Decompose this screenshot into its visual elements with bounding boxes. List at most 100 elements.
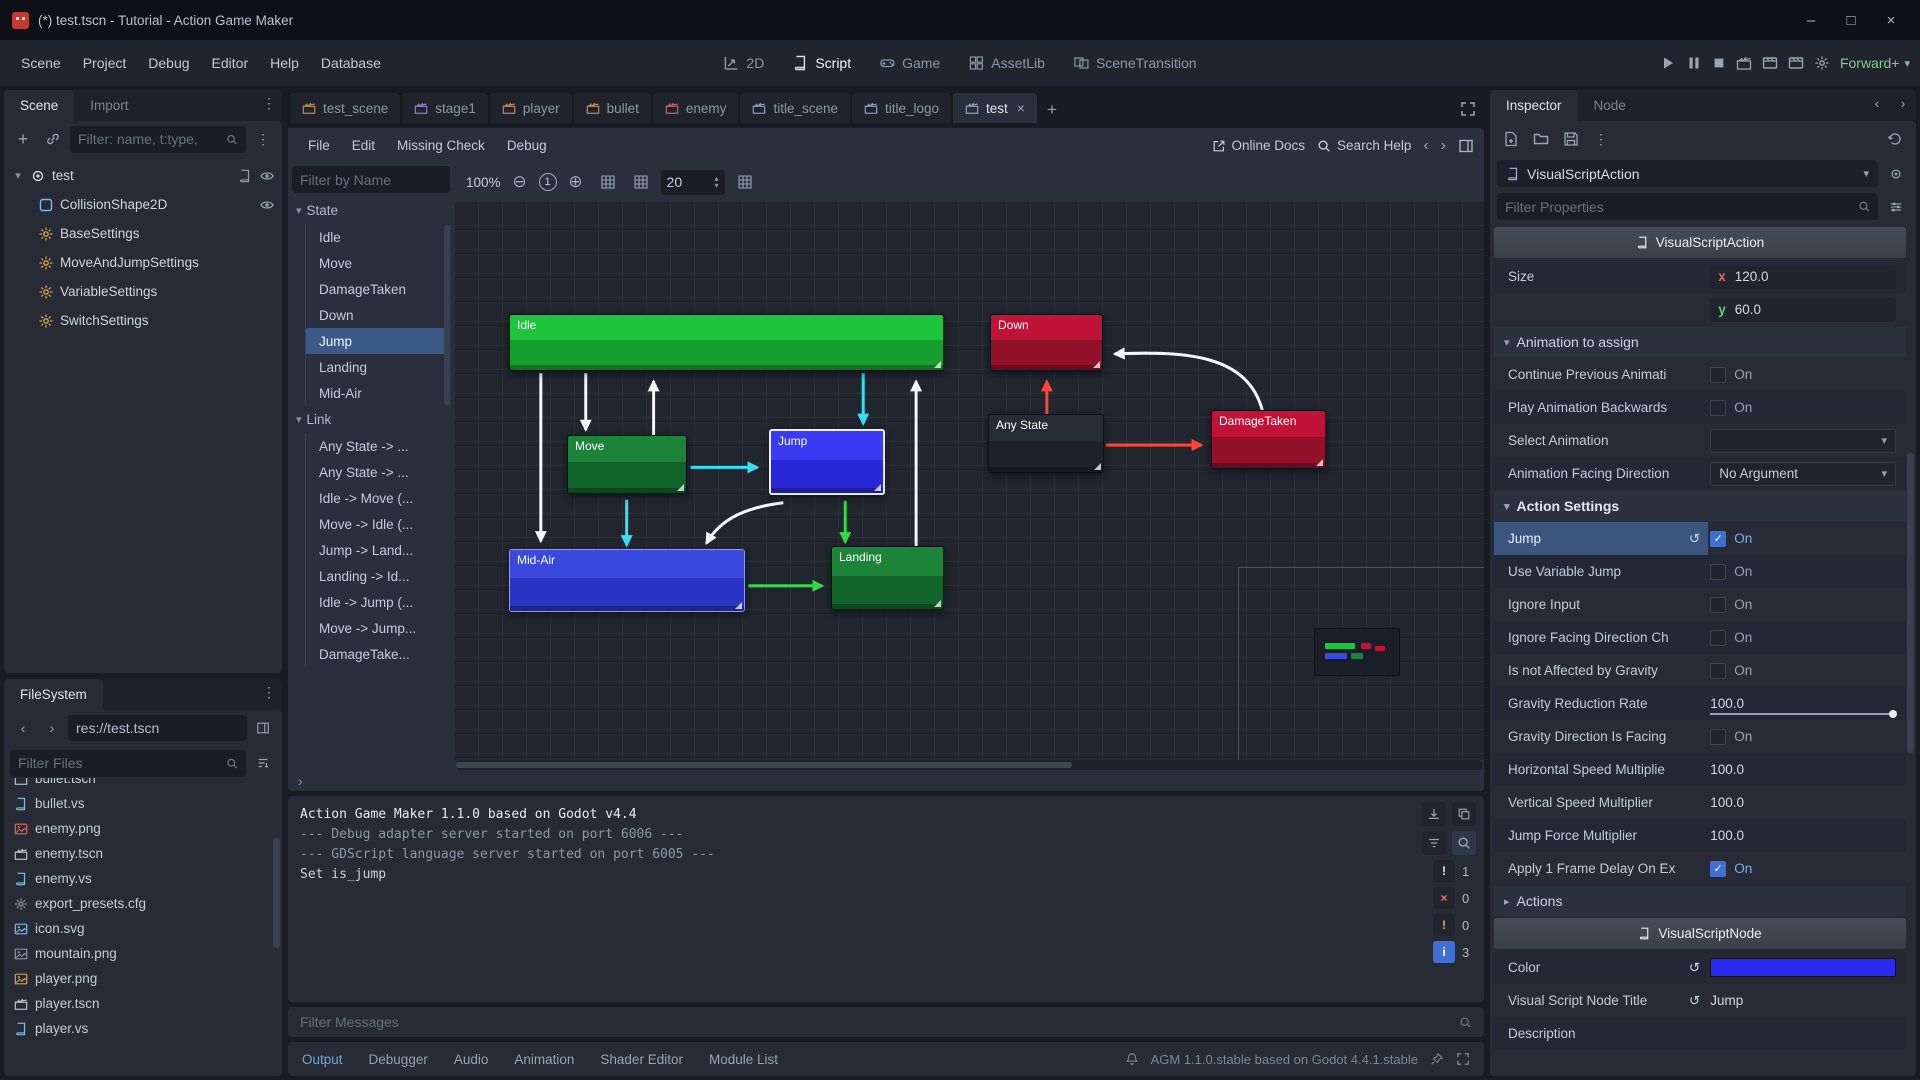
script-attached-icon[interactable] xyxy=(238,169,252,183)
revert-icon[interactable]: ↺ xyxy=(1689,531,1700,547)
extra-resource-options-button[interactable] xyxy=(1883,161,1909,187)
renderer-dropdown[interactable]: Forward+▾ xyxy=(1840,55,1910,71)
filter-messages-input[interactable] xyxy=(300,1014,1451,1030)
counter-warnings[interactable]: !0 xyxy=(1420,914,1476,936)
counter-important[interactable]: !1 xyxy=(1420,860,1476,882)
workspace-scenetransition[interactable]: SceneTransition xyxy=(1062,49,1208,77)
menu-database[interactable]: Database xyxy=(310,48,392,78)
script-history-forward-button[interactable]: › xyxy=(1441,138,1446,154)
zoom-in-button[interactable]: ⊕ xyxy=(564,170,588,194)
number-field[interactable]: 100.0 xyxy=(1710,795,1744,810)
tree-row-collisionshape2d[interactable]: CollisionShape2D xyxy=(4,190,282,219)
grid-toggle-button[interactable] xyxy=(628,169,654,195)
member-item[interactable]: Down xyxy=(306,302,450,328)
inspector-next-button[interactable]: › xyxy=(1890,90,1916,116)
node-title-field[interactable]: Jump xyxy=(1710,993,1743,1008)
scene-filter-input[interactable] xyxy=(78,131,220,147)
member-filter-input[interactable] xyxy=(300,172,442,188)
copy-log-button[interactable] xyxy=(1452,802,1476,826)
bottom-tab-shader-editor[interactable]: Shader Editor xyxy=(600,1052,683,1067)
collapse-caret-icon[interactable]: ▾ xyxy=(12,169,24,182)
member-item[interactable]: Landing xyxy=(306,354,450,380)
search-log-button[interactable] xyxy=(1452,831,1476,855)
stop-button[interactable] xyxy=(1712,56,1726,70)
pin-bottom-panel-icon[interactable] xyxy=(1430,1052,1444,1066)
renderer-settings-icon[interactable] xyxy=(1814,55,1830,71)
tab-node[interactable]: Node xyxy=(1578,90,1642,121)
script-menu-missing-check[interactable]: Missing Check xyxy=(387,132,495,159)
file-row[interactable]: mountain.png xyxy=(4,941,282,966)
pause-button[interactable] xyxy=(1686,55,1702,71)
size-y-field[interactable]: y60.0 xyxy=(1710,298,1896,322)
revert-icon[interactable]: ↺ xyxy=(1689,993,1700,1009)
section-actions[interactable]: ▸ Actions xyxy=(1494,886,1906,916)
graph-node-landing[interactable]: Landing xyxy=(831,546,944,610)
member-item[interactable]: Mid-Air xyxy=(306,380,450,406)
zoom-reset-button[interactable]: 1 xyxy=(539,173,557,191)
scene-tab[interactable]: enemy xyxy=(653,93,739,123)
object-history-button[interactable] xyxy=(1882,126,1908,152)
script-menu-file[interactable]: File xyxy=(298,132,340,159)
tab-import[interactable]: Import xyxy=(74,90,144,121)
tree-row-switchsettings[interactable]: SwitchSettings xyxy=(4,306,282,335)
file-row[interactable]: player.tscn xyxy=(4,991,282,1016)
resource-dropdown[interactable]: VisualScriptAction ▾ xyxy=(1497,160,1878,187)
group-state[interactable]: ▾State xyxy=(292,197,450,224)
number-field[interactable]: 100.0 xyxy=(1710,762,1744,777)
scene-tab[interactable]: stage1 xyxy=(402,93,488,123)
scene-tab[interactable]: bullet xyxy=(574,93,651,123)
file-filter-input[interactable] xyxy=(18,755,220,771)
close-tab-icon[interactable]: × xyxy=(1017,100,1025,116)
scene-tab[interactable]: player xyxy=(490,93,572,123)
tab-scene[interactable]: Scene xyxy=(4,90,74,121)
facing-direction-dropdown[interactable]: No Argument▾ xyxy=(1710,462,1896,486)
minimize-button[interactable]: – xyxy=(1794,7,1828,33)
filesystem-scrollbar[interactable] xyxy=(273,838,280,948)
checkbox[interactable] xyxy=(1710,564,1726,580)
section-animation-to-assign[interactable]: ▾ Animation to assign xyxy=(1494,327,1906,357)
checkbox[interactable] xyxy=(1710,367,1726,383)
graph-node-jump[interactable]: Jump xyxy=(769,429,885,495)
file-row[interactable]: enemy.png xyxy=(4,816,282,841)
member-item[interactable]: Landing -> Id... xyxy=(306,563,450,589)
toggle-split-mode-button[interactable] xyxy=(250,715,276,741)
add-node-button[interactable]: + xyxy=(10,126,36,152)
tree-row-test[interactable]: ▾ test xyxy=(4,161,282,190)
notifications-bell-icon[interactable] xyxy=(1125,1052,1139,1066)
toggle-scripts-panel-icon[interactable] xyxy=(1458,138,1474,154)
close-button[interactable]: × xyxy=(1874,7,1908,33)
category-visualscriptnode[interactable]: VisualScriptNode xyxy=(1494,918,1906,949)
graph-node-down[interactable]: Down xyxy=(990,314,1103,371)
visibility-eye-icon[interactable] xyxy=(260,198,274,212)
scene-dock-menu-button[interactable]: ⋮ xyxy=(256,90,282,116)
state-machine-canvas[interactable]: Idle Down Move Jump Any State DamageTake… xyxy=(454,201,1484,760)
file-row[interactable]: bullet.vs xyxy=(4,791,282,816)
bottom-tab-debugger[interactable]: Debugger xyxy=(369,1052,428,1067)
distraction-free-button[interactable] xyxy=(1460,101,1476,117)
graph-minimap[interactable] xyxy=(1314,628,1400,676)
graph-node-idle[interactable]: Idle xyxy=(509,314,944,371)
save-log-button[interactable] xyxy=(1422,802,1446,826)
checkbox-checked[interactable]: ✓ xyxy=(1710,861,1726,877)
play-custom-scene-button[interactable] xyxy=(1788,55,1804,71)
maximize-button[interactable]: □ xyxy=(1834,7,1868,33)
script-menu-debug[interactable]: Debug xyxy=(497,132,557,159)
section-action-settings[interactable]: ▾ Action Settings xyxy=(1494,491,1906,521)
slider[interactable] xyxy=(1710,713,1896,715)
number-field[interactable]: 100.0 xyxy=(1710,828,1744,843)
load-resource-button[interactable] xyxy=(1528,126,1554,152)
movie-maker-button[interactable] xyxy=(1736,55,1752,71)
member-item[interactable]: Any State -> ... xyxy=(306,459,450,485)
graph-node-damagetaken[interactable]: DamageTaken xyxy=(1211,410,1326,469)
menu-editor[interactable]: Editor xyxy=(201,48,260,78)
file-row[interactable]: enemy.vs xyxy=(4,866,282,891)
new-scene-tab-button[interactable]: + xyxy=(1039,97,1065,123)
inspector-scrollbar[interactable] xyxy=(1907,453,1914,753)
script-menu-edit[interactable]: Edit xyxy=(342,132,385,159)
workspace-assetlib[interactable]: AssetLib xyxy=(957,49,1056,77)
number-field[interactable]: 100.0 xyxy=(1710,696,1744,711)
checkbox-checked[interactable]: ✓ xyxy=(1710,531,1726,547)
bottom-tab-module-list[interactable]: Module List xyxy=(709,1052,778,1067)
history-forward-button[interactable]: › xyxy=(39,715,65,741)
member-item[interactable]: DamageTaken xyxy=(306,276,450,302)
